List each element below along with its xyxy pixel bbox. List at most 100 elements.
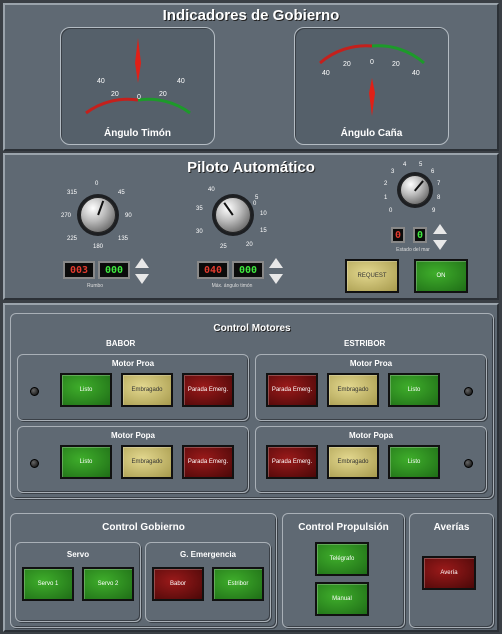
arrow-up-icon[interactable] <box>135 258 149 268</box>
babor-proa-title: Motor Proa <box>111 359 155 368</box>
servo1-button[interactable]: Servo 1 <box>22 567 74 601</box>
estribor-proa-embragado-button[interactable]: Embragado <box>327 373 379 407</box>
estribor-proa-box: Motor Proa Parada Emerg. Embragado Listo <box>255 354 487 421</box>
babor-popa-title: Motor Popa <box>111 431 155 440</box>
servo2-button[interactable]: Servo 2 <box>82 567 134 601</box>
indicadores-title: Indicadores de Gobierno <box>162 7 340 24</box>
rumbo-scale: 180 <box>93 244 104 250</box>
cana-label: Ángulo Caña <box>340 128 403 139</box>
maxang-actual-display: 000 <box>232 261 264 279</box>
motores-title: Control Motores <box>213 323 291 334</box>
propulsion-title: Control Propulsión <box>298 522 389 533</box>
rumbo-scale: 135 <box>118 236 129 242</box>
estribor-popa-box: Motor Popa Parada Emerg. Embragado Listo <box>255 426 487 493</box>
timon-tick: 20 <box>111 91 119 98</box>
maxang-scale: 15 <box>260 228 267 234</box>
on-button[interactable]: ON <box>414 259 468 293</box>
maxang-scale: 5 <box>255 195 259 201</box>
averia-button[interactable]: Avería <box>422 556 476 590</box>
arrow-up-icon[interactable] <box>269 258 283 268</box>
mar-actual-display: 0 <box>413 227 427 243</box>
babor-proa-indicator <box>30 387 39 396</box>
mar-scale: 5 <box>419 162 423 168</box>
estribor-popa-embragado-button[interactable]: Embragado <box>327 445 379 479</box>
arrow-down-icon[interactable] <box>269 274 283 284</box>
manual-button[interactable]: Manual <box>315 582 369 616</box>
cana-tick: 20 <box>343 61 351 68</box>
estribor-proa-indicator <box>464 387 473 396</box>
maxang-label: Máx. ángulo timón <box>211 283 253 289</box>
mar-scale: 3 <box>391 169 395 175</box>
mar-scale: 9 <box>432 208 436 214</box>
estribor-popa-title: Motor Popa <box>349 431 393 440</box>
rumbo-scale: 90 <box>125 213 132 219</box>
cana-tick: 40 <box>322 70 330 77</box>
control-propulsion-box: Control Propulsión Telégrafo Manual <box>282 513 405 628</box>
maxang-scale: 0 <box>253 201 257 207</box>
timon-needle <box>135 38 141 83</box>
telegrafo-button[interactable]: Telégrafo <box>315 542 369 576</box>
emergencia-box: G. Emergencia Babor Estribor <box>145 542 271 622</box>
arrow-down-icon[interactable] <box>135 274 149 284</box>
babor-popa-indicator <box>30 459 39 468</box>
rumbo-scale: 270 <box>61 213 72 219</box>
arrow-up-icon[interactable] <box>433 224 447 234</box>
estribor-proa-title: Motor Proa <box>349 359 393 368</box>
maxang-knob[interactable] <box>215 197 251 233</box>
maxang-scale: 35 <box>196 206 203 212</box>
maxang-scale: 40 <box>208 187 215 193</box>
servo-title: Servo <box>66 550 90 559</box>
rumbo-label: Rumbo <box>86 283 104 289</box>
mar-control: 0 1 2 3 4 5 6 7 8 9 <box>384 161 443 217</box>
mar-scale: 7 <box>437 181 441 187</box>
mar-scale: 6 <box>431 169 435 175</box>
babor-proa-parada-button[interactable]: Parada Emerg. <box>182 373 234 407</box>
emergencia-title: G. Emergencia <box>179 550 237 559</box>
emergencia-estribor-button[interactable]: Estribor <box>212 567 264 601</box>
request-button[interactable]: REQUEST <box>345 259 399 293</box>
babor-popa-embragado-button[interactable]: Embragado <box>121 445 173 479</box>
control-motores-box: Control Motores BABOR ESTRIBOR Motor Pro… <box>10 313 494 499</box>
estribor-popa-indicator <box>464 459 473 468</box>
emergencia-babor-button[interactable]: Babor <box>152 567 204 601</box>
estribor-proa-listo-button[interactable]: Listo <box>388 373 440 407</box>
rumbo-setpoint-display: 003 <box>63 261 95 279</box>
rumbo-knob[interactable] <box>80 197 116 233</box>
cana-tick: 40 <box>412 70 420 77</box>
timon-tick: 40 <box>97 78 105 85</box>
cana-tick: 0 <box>370 59 374 66</box>
babor-popa-parada-button[interactable]: Parada Emerg. <box>182 445 234 479</box>
estribor-popa-listo-button[interactable]: Listo <box>388 445 440 479</box>
motores-panel: Control Motores BABOR ESTRIBOR Motor Pro… <box>3 303 499 632</box>
timon-gauge: 40 20 0 20 40 Ángulo Timón <box>60 27 215 145</box>
maxang-scale: 10 <box>260 211 267 217</box>
maxang-stepper[interactable] <box>269 258 283 284</box>
mar-scale: 2 <box>384 181 388 187</box>
mar-scale: 1 <box>384 195 388 201</box>
cana-tick: 20 <box>392 61 400 68</box>
timon-tick: 0 <box>137 94 141 101</box>
servo-box: Servo Servo 1 Servo 2 <box>15 542 141 622</box>
mar-knob[interactable] <box>400 175 430 205</box>
averias-box: Averías Avería <box>409 513 494 628</box>
maxang-scale: 30 <box>196 229 203 235</box>
rumbo-stepper[interactable] <box>135 258 149 284</box>
indicadores-panel: Indicadores de Gobierno 40 20 0 20 40 Án… <box>3 3 499 151</box>
maxang-setpoint-display: 040 <box>197 261 229 279</box>
estribor-popa-parada-button[interactable]: Parada Emerg. <box>266 445 318 479</box>
estribor-proa-parada-button[interactable]: Parada Emerg. <box>266 373 318 407</box>
babor-proa-listo-button[interactable]: Listo <box>60 373 112 407</box>
maxang-scale: 20 <box>246 242 253 248</box>
babor-popa-box: Motor Popa Listo Embragado Parada Emerg. <box>17 426 249 493</box>
gobierno-title: Control Gobierno <box>102 522 185 533</box>
mar-label: Estado del mar <box>396 247 430 253</box>
maxang-scale: 25 <box>220 244 227 250</box>
piloto-panel: Piloto Automático 0 45 90 135 180 225 27… <box>3 153 499 300</box>
maxang-control: 0 5 10 15 20 25 30 35 40 <box>196 181 267 250</box>
rumbo-control: 0 45 90 135 180 225 270 315 <box>61 181 132 250</box>
rumbo-scale: 225 <box>67 236 78 242</box>
babor-proa-embragado-button[interactable]: Embragado <box>121 373 173 407</box>
rumbo-scale: 45 <box>118 190 125 196</box>
timon-label: Ángulo Timón <box>103 128 172 139</box>
babor-popa-listo-button[interactable]: Listo <box>60 445 112 479</box>
